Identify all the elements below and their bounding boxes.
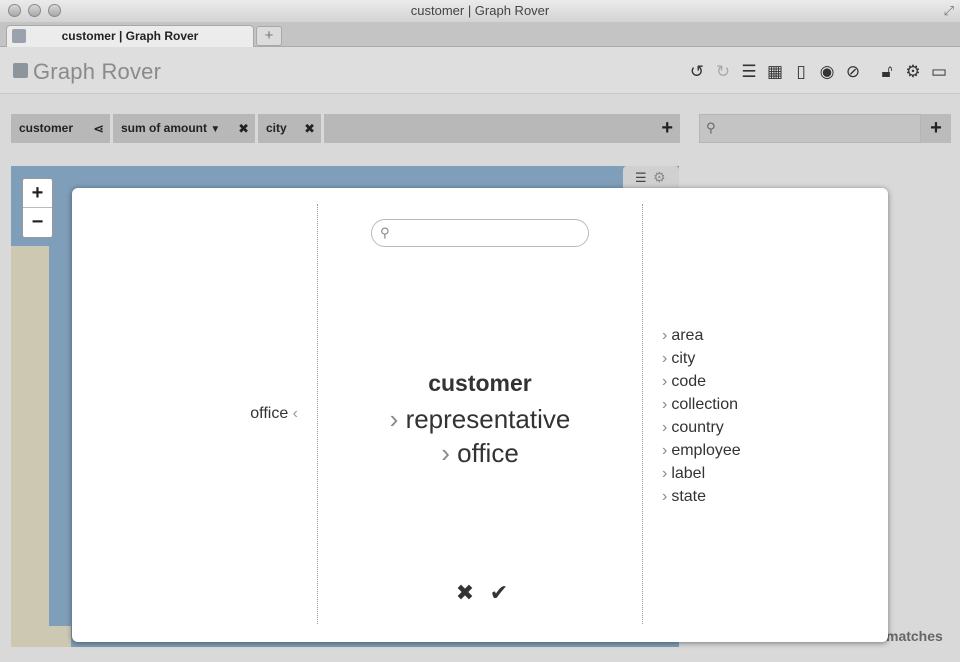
path-step-representative[interactable]: › representative (318, 404, 642, 435)
tab-active[interactable]: customer | Graph Rover (6, 25, 254, 47)
fullscreen-icon[interactable]: ⤢ (944, 3, 954, 19)
minimize-window-button[interactable] (28, 4, 41, 17)
path-step-label: office (457, 438, 519, 468)
cancel-button[interactable]: ✖ (452, 580, 478, 606)
chevron-right-icon: › (662, 350, 668, 367)
window-title: customer | Graph Rover (410, 3, 550, 18)
app-header: Graph Rover ↺ ↻ ☰ ▦ ▯ ◉ ⊘ 🔓︎ ⚙ ▭ (0, 47, 960, 94)
path-root[interactable]: customer (318, 370, 642, 397)
add-query-button[interactable]: + (661, 118, 673, 138)
outgoing-label: area (671, 327, 704, 344)
zoom-window-button[interactable] (48, 4, 61, 17)
list-icon[interactable]: ☰ (635, 170, 647, 186)
list-icon[interactable]: ☰ (738, 61, 760, 83)
path-step-label: representative (405, 404, 571, 434)
book-icon[interactable]: ▯ (790, 61, 812, 83)
logo-icon (13, 63, 28, 78)
undo-icon[interactable]: ↺ (686, 61, 708, 83)
new-tab-button[interactable]: + (256, 26, 282, 46)
path-search-input[interactable]: ⚲ (371, 219, 589, 247)
map-layer-control[interactable]: ☰ ⚙ (623, 166, 679, 190)
chevron-right-icon: › (389, 404, 399, 434)
redo-icon[interactable]: ↻ (712, 61, 734, 83)
query-pill-sum-of-amount[interactable]: sum of amount ▼ ✖ (113, 114, 255, 143)
outgoing-label: code (671, 373, 707, 390)
map-land (11, 626, 71, 647)
chevron-right-icon: › (662, 373, 668, 390)
matches-label: matches (886, 628, 943, 644)
calendar-icon[interactable]: ▦ (764, 61, 786, 83)
chevron-right-icon: › (662, 465, 668, 482)
confirm-button[interactable]: ✔ (486, 580, 512, 606)
outgoing-item-label[interactable]: › label (662, 462, 741, 485)
outgoing-item-country[interactable]: › country (662, 416, 741, 439)
outgoing-label: city (671, 350, 696, 367)
gear-icon[interactable]: ⚙ (653, 169, 666, 186)
pill-label: customer (19, 121, 74, 135)
query-pill-city[interactable]: city ✖ (258, 114, 321, 143)
pill-label: city (266, 121, 287, 135)
outgoing-list: › area › city › code › collection › country ›… (662, 324, 741, 508)
favicon-icon (12, 29, 26, 43)
outgoing-item-state[interactable]: › state (662, 485, 741, 508)
chevron-right-icon: › (662, 442, 668, 459)
dropdown-arrow-icon[interactable]: ▼ (210, 124, 220, 135)
incoming-label: office (250, 405, 289, 422)
app-title: Graph Rover (33, 59, 162, 84)
search-icon: ⚲ (380, 225, 390, 240)
outgoing-label: country (671, 419, 724, 436)
close-window-button[interactable] (8, 4, 21, 17)
window-titlebar: customer | Graph Rover ⤢ (0, 0, 960, 22)
path-step-office[interactable]: › office (318, 438, 642, 469)
query-pill-customer[interactable]: customer ⋖ (11, 114, 110, 143)
outgoing-label: employee (671, 442, 741, 459)
share-icon[interactable]: ⋖ (93, 114, 104, 143)
incoming-item-office[interactable]: office ‹ (250, 405, 298, 423)
outgoing-item-area[interactable]: › area (662, 324, 741, 347)
map-land (11, 246, 49, 646)
zoom-in-button[interactable]: + (23, 179, 52, 208)
compass-icon[interactable]: ⊘ (842, 61, 864, 83)
pill-label: sum of amount (121, 121, 207, 135)
outgoing-item-code[interactable]: › code (662, 370, 741, 393)
filter-search-input[interactable]: ⚲ (699, 114, 921, 143)
outgoing-item-employee[interactable]: › employee (662, 439, 741, 462)
remove-icon[interactable]: ✖ (238, 114, 249, 143)
tab-label: customer | Graph Rover (61, 29, 199, 43)
dialog-actions: ✖ ✔ (452, 580, 520, 606)
chevron-right-icon: › (662, 396, 668, 413)
column-divider (642, 204, 643, 624)
query-add-area[interactable]: + (324, 114, 680, 143)
outgoing-label: state (671, 488, 707, 505)
gear-icon[interactable]: ⚙ (902, 61, 924, 83)
chevron-right-icon: › (662, 327, 668, 344)
lock-icon[interactable]: 🔓︎ (876, 61, 898, 83)
folder-icon[interactable]: ▭ (928, 61, 950, 83)
remove-icon[interactable]: ✖ (304, 114, 315, 143)
path-picker-dialog: ⚲ office ‹ customer › representative › o… (72, 188, 888, 642)
toolbar: ↺ ↻ ☰ ▦ ▯ ◉ ⊘ 🔓︎ ⚙ ▭ (682, 61, 950, 83)
eye-icon[interactable]: ◉ (816, 61, 838, 83)
chevron-right-icon: › (441, 438, 450, 468)
search-icon: ⚲ (706, 120, 716, 135)
outgoing-item-city[interactable]: › city (662, 347, 741, 370)
add-filter-button[interactable]: + (921, 114, 951, 143)
map-zoom-control: + − (22, 178, 53, 238)
zoom-out-button[interactable]: − (23, 208, 52, 237)
tab-bar: customer | Graph Rover + (0, 22, 960, 47)
outgoing-label: collection (671, 396, 739, 413)
chevron-right-icon: › (662, 419, 668, 436)
chevron-right-icon: › (662, 488, 668, 505)
chevron-left-icon: ‹ (292, 405, 298, 422)
outgoing-label: label (671, 465, 706, 482)
outgoing-item-collection[interactable]: › collection (662, 393, 741, 416)
